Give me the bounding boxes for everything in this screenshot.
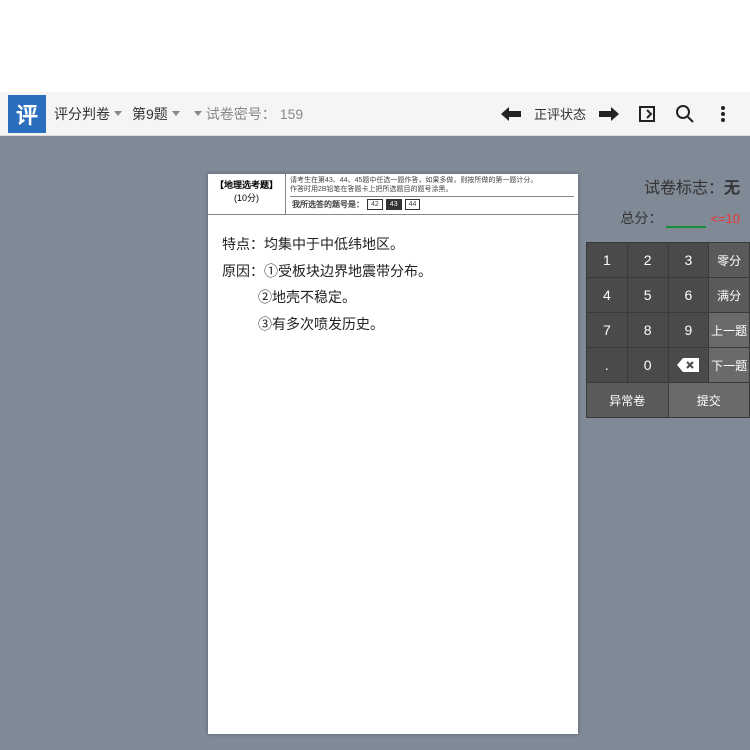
total-label: 总分：	[620, 208, 662, 228]
handwriting-line: ②地壳不稳定。	[222, 286, 564, 313]
top-toolbar: 评 评分判卷 第9题 试卷密号： 159 正评状态	[0, 92, 750, 136]
exam-paper[interactable]: 【地理选考题】 (10分) 请考生在第43、44、45题中任选一题作答，如果多做…	[208, 174, 578, 734]
export-icon[interactable]	[634, 101, 660, 127]
backspace-icon	[677, 358, 699, 372]
key-dot[interactable]: .	[587, 348, 627, 382]
next-arrow-icon[interactable]	[596, 101, 622, 127]
app-logo: 评	[8, 95, 46, 133]
prev-arrow-icon[interactable]	[498, 101, 524, 127]
key-0[interactable]: 0	[628, 348, 668, 382]
grading-status: 正评状态	[534, 104, 586, 123]
grading-viewport: 【地理选考题】 (10分) 请考生在第43、44、45题中任选一题作答，如果多做…	[0, 136, 750, 750]
score-input[interactable]	[666, 208, 706, 228]
key-7[interactable]: 7	[587, 313, 627, 347]
grading-label: 评分判卷	[54, 104, 110, 124]
paper-header-title-box: 【地理选考题】 (10分)	[208, 174, 286, 214]
secret-value: 159	[280, 106, 303, 122]
key-4[interactable]: 4	[587, 278, 627, 312]
paper-header: 【地理选考题】 (10分) 请考生在第43、44、45题中任选一题作答，如果多做…	[208, 174, 578, 215]
key-prev-question[interactable]: 上一题	[709, 313, 749, 347]
student-answer: 特点：均集中于中低纬地区。 原因：①受板块边界地震带分布。 ②地壳不稳定。 ③有…	[208, 215, 578, 357]
total-score-row: 总分： <=10	[586, 208, 750, 228]
option-43-selected: 43	[386, 199, 402, 210]
key-6[interactable]: 6	[669, 278, 709, 312]
caret-down-icon	[194, 111, 202, 116]
section-points: (10分)	[210, 191, 283, 204]
section-title: 【地理选考题】	[210, 178, 283, 191]
answer-prompt: 我所选答的题号是：	[292, 200, 364, 210]
caret-down-icon	[114, 111, 122, 116]
key-full-score[interactable]: 满分	[709, 278, 749, 312]
handwriting-line: 特点：均集中于中低纬地区。	[222, 233, 564, 260]
key-next-question[interactable]: 下一题	[709, 348, 749, 382]
handwriting-line: ③有多次喷发历史。	[222, 313, 564, 340]
menu-icon[interactable]	[710, 101, 736, 127]
score-panel: 试卷标志：无 总分： <=10 1 2 3 零分 4 5 6 满分 7 8 9 …	[586, 174, 750, 418]
key-8[interactable]: 8	[628, 313, 668, 347]
instruction-line: 作答时用2B铅笔在答题卡上把所选题目的题号涂黑。	[290, 185, 574, 194]
paper-mark-row: 试卷标志：无	[586, 174, 750, 198]
key-2[interactable]: 2	[628, 243, 668, 277]
handwriting-line: 原因：①受板块边界地震带分布。	[222, 260, 564, 287]
caret-down-icon	[172, 111, 180, 116]
key-abnormal[interactable]: 异常卷	[587, 383, 668, 417]
option-42: 42	[367, 199, 383, 210]
question-label: 第9题	[132, 104, 168, 124]
instruction-line: 请考生在第43、44、45题中任选一题作答，如果多做，则按所做的第一题计分。	[290, 176, 574, 185]
mark-value: 无	[724, 180, 740, 197]
secret-prefix: 试卷密号：	[206, 104, 276, 124]
key-5[interactable]: 5	[628, 278, 668, 312]
option-44: 44	[405, 199, 421, 210]
search-icon[interactable]	[672, 101, 698, 127]
key-9[interactable]: 9	[669, 313, 709, 347]
answer-choice-row: 我所选答的题号是： 42 43 44	[290, 196, 574, 212]
score-keypad: 1 2 3 零分 4 5 6 满分 7 8 9 上一题 . 0 下一题 异常卷 …	[586, 242, 750, 418]
paper-instructions: 请考生在第43、44、45题中任选一题作答，如果多做，则按所做的第一题计分。 作…	[286, 174, 578, 214]
key-zero-score[interactable]: 零分	[709, 243, 749, 277]
key-1[interactable]: 1	[587, 243, 627, 277]
key-submit[interactable]: 提交	[669, 383, 750, 417]
max-score-hint: <=10	[710, 211, 740, 226]
mark-label: 试卷标志：	[644, 180, 724, 197]
key-3[interactable]: 3	[669, 243, 709, 277]
question-dropdown[interactable]: 第9题	[132, 104, 180, 124]
key-backspace[interactable]	[669, 348, 709, 382]
grading-dropdown[interactable]: 评分判卷	[54, 104, 122, 124]
secret-dropdown[interactable]: 试卷密号： 159	[190, 104, 303, 124]
